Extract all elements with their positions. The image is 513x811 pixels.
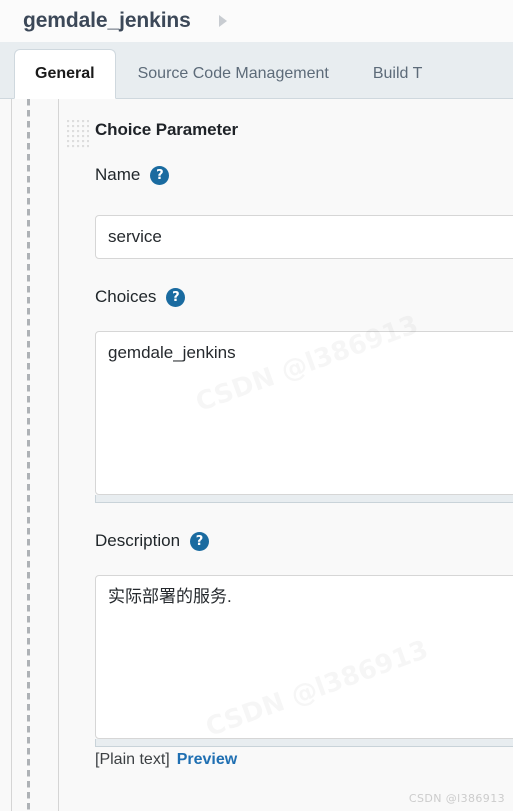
plain-text-label: [Plain text] (95, 751, 170, 768)
markup-footer: [Plain text] Preview (95, 751, 237, 769)
tab-source-code-management[interactable]: Source Code Management (116, 49, 351, 98)
tab-build-triggers[interactable]: Build T (351, 49, 445, 98)
parameter-drag-rail (27, 99, 30, 811)
choices-label-row: Choices ? (95, 287, 186, 307)
choice-parameter-panel: Choice Parameter Name ? Choices ? Descri… (59, 99, 513, 811)
help-icon-description[interactable]: ? (190, 531, 210, 551)
name-label-row: Name ? (95, 165, 170, 185)
description-label-row: Description ? (95, 531, 210, 551)
description-textarea[interactable] (95, 575, 513, 739)
help-icon-name[interactable]: ? (150, 165, 170, 185)
outer-rail-divider (11, 99, 12, 811)
name-label: Name (95, 165, 141, 184)
tab-general[interactable]: General (14, 49, 116, 99)
config-tab-bar: General Source Code Management Build T (0, 42, 513, 99)
choices-resize-handle[interactable] (95, 495, 513, 503)
choices-label: Choices (95, 287, 157, 306)
breadcrumb-caret-icon[interactable] (218, 15, 227, 27)
description-label: Description (95, 531, 181, 550)
config-body: Choice Parameter Name ? Choices ? Descri… (0, 99, 513, 811)
jenkins-job-config-page: gemdale_jenkins General Source Code Mana… (0, 0, 513, 811)
preview-link[interactable]: Preview (177, 751, 237, 769)
help-icon-choices[interactable]: ? (166, 287, 186, 307)
drag-handle-icon[interactable] (67, 120, 89, 150)
choices-textarea[interactable] (95, 331, 513, 495)
description-resize-handle[interactable] (95, 739, 513, 747)
name-input[interactable] (95, 215, 513, 259)
page-title: gemdale_jenkins (23, 9, 191, 32)
page-header: gemdale_jenkins (0, 0, 513, 42)
section-title-choice-parameter: Choice Parameter (95, 120, 238, 139)
